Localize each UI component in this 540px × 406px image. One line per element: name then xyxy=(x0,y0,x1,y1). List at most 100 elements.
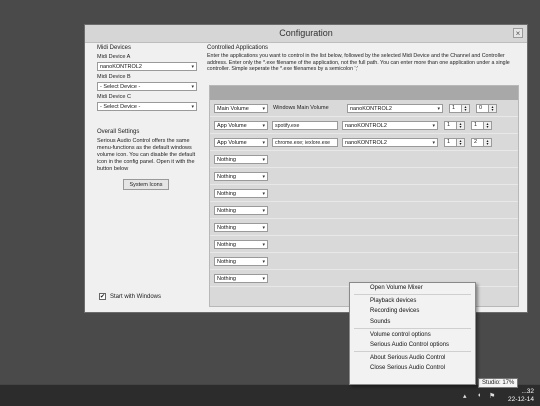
overall-settings-label: Overall Settings xyxy=(97,129,140,135)
controller-stepper[interactable]: 1 ▴ ▾ xyxy=(471,120,492,130)
apps-grid: Main Volume ▾ Windows Main Volume nanoKON… xyxy=(209,85,519,307)
controller-stepper[interactable]: 0 ▴ ▾ xyxy=(476,103,497,113)
device-select[interactable]: nanoKONTROL2 ▾ xyxy=(342,137,438,147)
table-row: Nothing ▾ xyxy=(210,202,518,219)
action-select[interactable]: Nothing ▾ xyxy=(214,256,268,266)
action-select[interactable]: Nothing ▾ xyxy=(214,239,268,249)
overall-settings-group: Overall Settings Serious Audio Control o… xyxy=(97,129,197,173)
table-row: Nothing ▾ xyxy=(210,168,518,185)
action-select[interactable]: Main Volume ▾ xyxy=(214,103,268,113)
overall-settings-description: Serious Audio Control offers the same me… xyxy=(97,138,196,172)
stepper-arrows-icon[interactable]: ▴ ▾ xyxy=(462,103,470,113)
action-select[interactable]: Nothing ▾ xyxy=(214,188,268,198)
volume-tooltip: Studio: 17% xyxy=(478,378,519,388)
flag-icon[interactable]: ⚑ xyxy=(489,392,495,400)
tray-arrow-icon[interactable]: ▴ xyxy=(463,392,467,400)
action-select[interactable]: Nothing ▾ xyxy=(214,273,268,283)
chevron-down-icon: ▾ xyxy=(191,104,194,110)
table-row: Nothing ▾ xyxy=(210,253,518,270)
chevron-down-icon: ▾ xyxy=(437,105,440,112)
midi-device-c-select[interactable]: - Select Device - ▾ xyxy=(97,102,197,111)
main-volume-text: Windows Main Volume xyxy=(273,105,329,111)
controlled-apps-intro: Enter the applications you want to contr… xyxy=(207,53,510,72)
channel-stepper[interactable]: 1 ▴ ▾ xyxy=(449,103,470,113)
stepper-arrows-icon[interactable]: ▴ ▾ xyxy=(484,120,492,130)
action-select[interactable]: Nothing ▾ xyxy=(214,205,268,215)
device-select[interactable]: nanoKONTROL2 ▾ xyxy=(342,120,438,130)
chevron-down-icon: ▾ xyxy=(262,105,265,112)
menu-item-playback-devices[interactable]: Playback devices xyxy=(350,296,475,306)
menu-item-volume-control-options[interactable]: Volume control options xyxy=(350,330,475,340)
table-row: Nothing ▾ xyxy=(210,151,518,168)
device-select[interactable]: nanoKONTROL2 ▾ xyxy=(347,103,443,113)
exe-input[interactable]: spotify.exe xyxy=(272,120,338,130)
menu-item-about[interactable]: About Serious Audio Control xyxy=(350,353,475,363)
taskbar xyxy=(0,384,540,406)
system-icons-button[interactable]: System Icons xyxy=(123,179,169,190)
action-select[interactable]: Nothing ▾ xyxy=(214,154,268,164)
chevron-down-icon: ▾ xyxy=(262,241,265,248)
chevron-down-icon: ▾ xyxy=(262,190,265,197)
action-select[interactable]: App Volume ▾ xyxy=(214,120,268,130)
chevron-down-icon: ▾ xyxy=(262,122,265,129)
chevron-down-icon: ▾ xyxy=(432,122,435,129)
title-bar: Configuration × xyxy=(85,25,527,43)
table-row: App Volume ▾ chrome.exe; iexlore.exe nano… xyxy=(210,134,518,151)
stepper-arrows-icon[interactable]: ▴ ▾ xyxy=(457,120,465,130)
channel-stepper[interactable]: 1 ▴ ▾ xyxy=(444,137,465,147)
chevron-down-icon: ▾ xyxy=(191,64,194,70)
clock-date: 22-12-14 xyxy=(507,396,534,403)
chevron-down-icon: ▾ xyxy=(262,224,265,231)
tray-context-menu: Open Volume Mixer Playback devices Recor… xyxy=(349,282,476,385)
taskbar-clock[interactable]: ...32 22-12-14 xyxy=(508,388,534,404)
configuration-window: Configuration × Midi Devices Midi Device… xyxy=(84,24,528,313)
exe-input[interactable]: chrome.exe; iexlore.exe xyxy=(272,137,338,147)
stepper-arrows-icon[interactable]: ▴ ▾ xyxy=(489,103,497,113)
midi-devices-group: Midi Devices Midi Device A nanoKONTROL2 … xyxy=(97,45,197,111)
grid-header xyxy=(210,86,518,100)
menu-item-sounds[interactable]: Sounds xyxy=(350,317,475,327)
table-row: Nothing ▾ xyxy=(210,219,518,236)
controller-stepper[interactable]: 2 ▴ ▾ xyxy=(471,137,492,147)
chevron-down-icon: ▾ xyxy=(191,84,194,90)
midi-device-b-label: Midi Device B xyxy=(97,74,131,80)
midi-device-c-label: Midi Device C xyxy=(97,94,131,100)
menu-separator xyxy=(354,327,471,329)
menu-item-open-volume-mixer[interactable]: Open Volume Mixer xyxy=(350,283,475,293)
table-row: App Volume ▾ spotify.exe nanoKONTROL2 ▾ 1 ▴… xyxy=(210,117,518,134)
start-with-windows[interactable]: ✔ Start with Windows xyxy=(99,293,161,300)
table-row: Nothing ▾ xyxy=(210,236,518,253)
controlled-apps-label: Controlled Applications xyxy=(207,45,269,51)
menu-item-serious-audio-options[interactable]: Serious Audio Control options xyxy=(350,340,475,350)
chevron-down-icon: ▾ xyxy=(262,258,265,265)
chevron-down-icon: ▾ xyxy=(262,139,265,146)
action-select[interactable]: Nothing ▾ xyxy=(214,171,268,181)
chevron-down-icon: ▾ xyxy=(262,173,265,180)
midi-device-b-select[interactable]: - Select Device - ▾ xyxy=(97,82,197,91)
chevron-down-icon: ▾ xyxy=(262,207,265,214)
midi-device-a-select[interactable]: nanoKONTROL2 ▾ xyxy=(97,62,197,71)
start-with-windows-checkbox[interactable]: ✔ xyxy=(99,293,106,300)
action-select[interactable]: App Volume ▾ xyxy=(214,137,268,147)
menu-separator xyxy=(354,351,471,353)
volume-icon[interactable]: ◖ xyxy=(477,392,481,399)
menu-item-close[interactable]: Close Serious Audio Control xyxy=(350,363,475,373)
table-row: Nothing ▾ xyxy=(210,185,518,202)
table-row: Main Volume ▾ Windows Main Volume nanoKON… xyxy=(210,100,518,117)
midi-device-a-label: Midi Device A xyxy=(97,54,131,60)
chevron-down-icon: ▾ xyxy=(262,156,265,163)
clock-time: ...32 xyxy=(521,388,534,395)
chevron-down-icon: ▾ xyxy=(432,139,435,146)
channel-stepper[interactable]: 1 ▴ ▾ xyxy=(444,120,465,130)
stepper-arrows-icon[interactable]: ▴ ▾ xyxy=(457,137,465,147)
midi-devices-label: Midi Devices xyxy=(97,45,132,51)
action-select[interactable]: Nothing ▾ xyxy=(214,222,268,232)
stepper-arrows-icon[interactable]: ▴ ▾ xyxy=(484,137,492,147)
close-button[interactable]: × xyxy=(513,28,523,38)
chevron-down-icon: ▾ xyxy=(262,275,265,282)
window-title: Configuration xyxy=(279,28,333,38)
start-with-windows-label: Start with Windows xyxy=(110,293,162,300)
controlled-apps-group: Controlled Applications Enter the applic… xyxy=(207,45,519,73)
menu-separator xyxy=(354,294,471,296)
menu-item-recording-devices[interactable]: Recording devices xyxy=(350,306,475,316)
